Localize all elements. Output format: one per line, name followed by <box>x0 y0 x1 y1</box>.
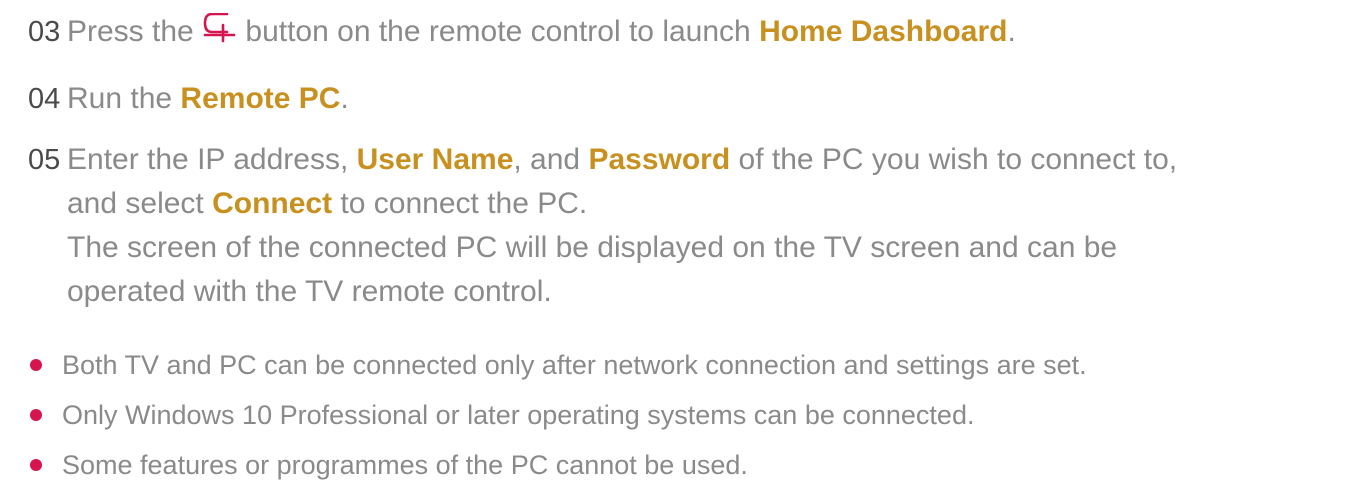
step-number: 04 <box>28 83 61 115</box>
step-text-part: Enter the IP address, <box>67 143 357 176</box>
note-item: Some features or programmes of the PC ca… <box>28 450 1087 500</box>
step-text-part: , and <box>513 143 589 176</box>
user-name-label: User Name <box>356 143 514 176</box>
note-item: Both TV and PC can be connected only aft… <box>28 350 1087 400</box>
step-03: 03 Press the button on the remote control… <box>28 10 1016 54</box>
bullet-dot-icon <box>30 359 42 371</box>
step-text: Run the Remote PC. <box>67 77 349 121</box>
step-text-part: . <box>1007 15 1016 48</box>
step-text-part: of the PC you wish to connect to, <box>730 143 1178 176</box>
step-text-line-1: Enter the IP address, User Name, and Pas… <box>67 138 1177 182</box>
bullet-dot-icon <box>30 459 42 471</box>
note-text: Some features or programmes of the PC ca… <box>62 450 748 480</box>
step-number: 05 <box>28 144 61 176</box>
step-number: 03 <box>28 16 61 48</box>
step-text: Press the button on the remote control t… <box>67 10 1016 54</box>
step-note-line-1: The screen of the connected PC will be d… <box>67 231 1118 264</box>
step-text-part: Run the <box>67 82 181 115</box>
step-text-part: to connect the PC. <box>332 187 588 220</box>
step-text-part: button on the remote control to launch <box>237 15 760 48</box>
notes-list: Both TV and PC can be connected only aft… <box>28 350 1087 500</box>
note-text: Both TV and PC can be connected only aft… <box>62 350 1087 380</box>
step-text-part: and select <box>67 187 213 220</box>
bullet-dot-icon <box>30 409 42 421</box>
step-note-line-2: operated with the TV remote control. <box>67 275 552 308</box>
step-text-part: Press the <box>67 15 203 48</box>
home-icon <box>203 13 236 43</box>
remote-pc-label: Remote PC <box>180 82 341 115</box>
step-05: 05 Enter the IP address, User Name, and P… <box>28 138 1177 314</box>
step-04: 04 Run the Remote PC. <box>28 77 349 121</box>
home-dashboard-label: Home Dashboard <box>759 15 1008 48</box>
password-label: Password <box>588 143 731 176</box>
note-item: Only Windows 10 Professional or later op… <box>28 400 1087 450</box>
connect-label: Connect <box>212 187 333 220</box>
instruction-page: 03 Press the button on the remote control… <box>0 0 1367 502</box>
note-text: Only Windows 10 Professional or later op… <box>62 400 975 430</box>
step-text-part: . <box>340 82 349 115</box>
step-text-line-2: and select Connect to connect the PC. <box>28 182 1177 226</box>
